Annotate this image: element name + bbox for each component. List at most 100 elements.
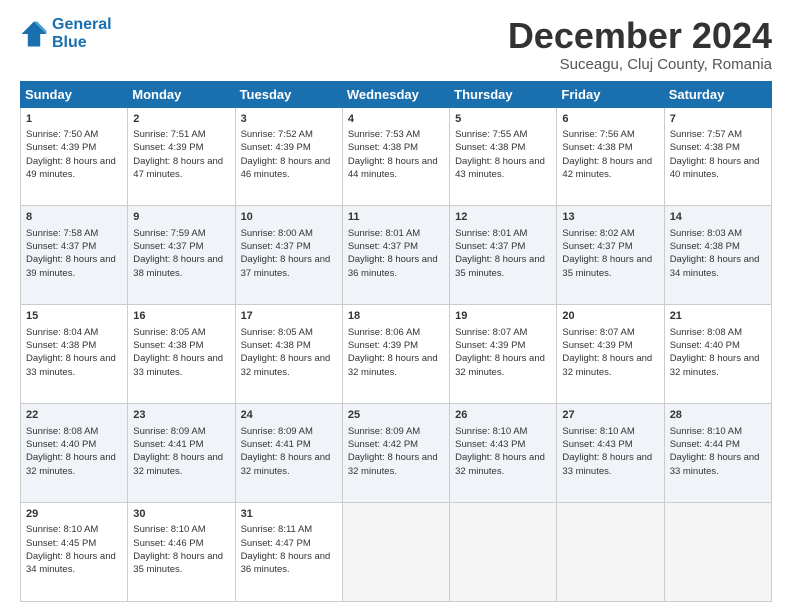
calendar-cell: 25 Sunrise: 8:09 AM Sunset: 4:42 PM Dayl… xyxy=(342,404,449,503)
sunset: Sunset: 4:43 PM xyxy=(562,439,632,450)
sunrise: Sunrise: 8:07 AM xyxy=(455,327,527,338)
day-number: 25 xyxy=(348,408,444,423)
calendar-cell: 17 Sunrise: 8:05 AM Sunset: 4:38 PM Dayl… xyxy=(235,305,342,404)
daylight: Daylight: 8 hours and 47 minutes. xyxy=(133,156,223,180)
week-row-2: 8 Sunrise: 7:58 AM Sunset: 4:37 PM Dayli… xyxy=(21,206,772,305)
sunrise: Sunrise: 8:03 AM xyxy=(670,228,742,239)
day-number: 11 xyxy=(348,210,444,225)
sunrise: Sunrise: 8:01 AM xyxy=(455,228,527,239)
calendar-cell: 3 Sunrise: 7:52 AM Sunset: 4:39 PM Dayli… xyxy=(235,107,342,206)
day-number: 3 xyxy=(241,112,337,127)
sunset: Sunset: 4:40 PM xyxy=(26,439,96,450)
calendar-cell: 1 Sunrise: 7:50 AM Sunset: 4:39 PM Dayli… xyxy=(21,107,128,206)
calendar-cell: 22 Sunrise: 8:08 AM Sunset: 4:40 PM Dayl… xyxy=(21,404,128,503)
daylight: Daylight: 8 hours and 32 minutes. xyxy=(455,452,545,476)
header-saturday: Saturday xyxy=(664,81,771,107)
day-number: 13 xyxy=(562,210,658,225)
sunrise: Sunrise: 8:09 AM xyxy=(348,426,420,437)
sunrise: Sunrise: 8:10 AM xyxy=(562,426,634,437)
header-sunday: Sunday xyxy=(21,81,128,107)
day-number: 22 xyxy=(26,408,122,423)
day-number: 8 xyxy=(26,210,122,225)
sunset: Sunset: 4:39 PM xyxy=(133,142,203,153)
location-subtitle: Suceagu, Cluj County, Romania xyxy=(508,56,772,73)
calendar-cell: 4 Sunrise: 7:53 AM Sunset: 4:38 PM Dayli… xyxy=(342,107,449,206)
header-tuesday: Tuesday xyxy=(235,81,342,107)
daylight: Daylight: 8 hours and 36 minutes. xyxy=(348,254,438,278)
sunset: Sunset: 4:46 PM xyxy=(133,538,203,549)
day-number: 21 xyxy=(670,309,766,324)
calendar-cell: 21 Sunrise: 8:08 AM Sunset: 4:40 PM Dayl… xyxy=(664,305,771,404)
sunset: Sunset: 4:38 PM xyxy=(455,142,525,153)
day-number: 14 xyxy=(670,210,766,225)
day-number: 20 xyxy=(562,309,658,324)
day-number: 1 xyxy=(26,112,122,127)
day-number: 7 xyxy=(670,112,766,127)
sunset: Sunset: 4:38 PM xyxy=(670,142,740,153)
sunrise: Sunrise: 7:59 AM xyxy=(133,228,205,239)
week-row-4: 22 Sunrise: 8:08 AM Sunset: 4:40 PM Dayl… xyxy=(21,404,772,503)
daylight: Daylight: 8 hours and 32 minutes. xyxy=(348,353,438,377)
page: General Blue December 2024 Suceagu, Cluj… xyxy=(0,0,792,612)
daylight: Daylight: 8 hours and 32 minutes. xyxy=(241,452,331,476)
sunrise: Sunrise: 8:06 AM xyxy=(348,327,420,338)
calendar-cell: 5 Sunrise: 7:55 AM Sunset: 4:38 PM Dayli… xyxy=(450,107,557,206)
daylight: Daylight: 8 hours and 32 minutes. xyxy=(241,353,331,377)
sunrise: Sunrise: 8:10 AM xyxy=(455,426,527,437)
calendar-cell: 28 Sunrise: 8:10 AM Sunset: 4:44 PM Dayl… xyxy=(664,404,771,503)
logo-line1: General xyxy=(52,16,112,33)
sunset: Sunset: 4:41 PM xyxy=(241,439,311,450)
sunrise: Sunrise: 7:58 AM xyxy=(26,228,98,239)
calendar-cell xyxy=(450,503,557,602)
day-number: 31 xyxy=(241,507,337,522)
day-number: 10 xyxy=(241,210,337,225)
day-number: 18 xyxy=(348,309,444,324)
sunset: Sunset: 4:38 PM xyxy=(133,340,203,351)
sunset: Sunset: 4:39 PM xyxy=(348,340,418,351)
logo: General Blue xyxy=(20,16,112,51)
day-number: 24 xyxy=(241,408,337,423)
daylight: Daylight: 8 hours and 44 minutes. xyxy=(348,156,438,180)
calendar-cell: 31 Sunrise: 8:11 AM Sunset: 4:47 PM Dayl… xyxy=(235,503,342,602)
header: General Blue December 2024 Suceagu, Cluj… xyxy=(20,16,772,73)
daylight: Daylight: 8 hours and 38 minutes. xyxy=(133,254,223,278)
daylight: Daylight: 8 hours and 42 minutes. xyxy=(562,156,652,180)
sunrise: Sunrise: 8:11 AM xyxy=(241,524,313,535)
day-number: 29 xyxy=(26,507,122,522)
calendar-cell: 9 Sunrise: 7:59 AM Sunset: 4:37 PM Dayli… xyxy=(128,206,235,305)
sunset: Sunset: 4:39 PM xyxy=(562,340,632,351)
daylight: Daylight: 8 hours and 32 minutes. xyxy=(562,353,652,377)
calendar-cell: 27 Sunrise: 8:10 AM Sunset: 4:43 PM Dayl… xyxy=(557,404,664,503)
sunset: Sunset: 4:38 PM xyxy=(670,241,740,252)
calendar-cell xyxy=(557,503,664,602)
calendar-cell: 23 Sunrise: 8:09 AM Sunset: 4:41 PM Dayl… xyxy=(128,404,235,503)
daylight: Daylight: 8 hours and 32 minutes. xyxy=(670,353,760,377)
sunrise: Sunrise: 7:53 AM xyxy=(348,129,420,140)
day-number: 30 xyxy=(133,507,229,522)
day-number: 12 xyxy=(455,210,551,225)
sunrise: Sunrise: 8:01 AM xyxy=(348,228,420,239)
daylight: Daylight: 8 hours and 40 minutes. xyxy=(670,156,760,180)
daylight: Daylight: 8 hours and 32 minutes. xyxy=(455,353,545,377)
calendar-cell: 29 Sunrise: 8:10 AM Sunset: 4:45 PM Dayl… xyxy=(21,503,128,602)
daylight: Daylight: 8 hours and 34 minutes. xyxy=(26,551,116,575)
sunset: Sunset: 4:41 PM xyxy=(133,439,203,450)
calendar-cell: 26 Sunrise: 8:10 AM Sunset: 4:43 PM Dayl… xyxy=(450,404,557,503)
calendar-cell: 12 Sunrise: 8:01 AM Sunset: 4:37 PM Dayl… xyxy=(450,206,557,305)
sunrise: Sunrise: 8:10 AM xyxy=(26,524,98,535)
day-number: 15 xyxy=(26,309,122,324)
calendar-cell xyxy=(342,503,449,602)
logo-text: General Blue xyxy=(52,16,112,51)
daylight: Daylight: 8 hours and 39 minutes. xyxy=(26,254,116,278)
sunrise: Sunrise: 8:04 AM xyxy=(26,327,98,338)
calendar-cell: 11 Sunrise: 8:01 AM Sunset: 4:37 PM Dayl… xyxy=(342,206,449,305)
calendar-cell: 2 Sunrise: 7:51 AM Sunset: 4:39 PM Dayli… xyxy=(128,107,235,206)
daylight: Daylight: 8 hours and 33 minutes. xyxy=(26,353,116,377)
calendar-cell: 18 Sunrise: 8:06 AM Sunset: 4:39 PM Dayl… xyxy=(342,305,449,404)
daylight: Daylight: 8 hours and 32 minutes. xyxy=(348,452,438,476)
calendar-cell: 24 Sunrise: 8:09 AM Sunset: 4:41 PM Dayl… xyxy=(235,404,342,503)
sunrise: Sunrise: 7:50 AM xyxy=(26,129,98,140)
calendar-cell: 19 Sunrise: 8:07 AM Sunset: 4:39 PM Dayl… xyxy=(450,305,557,404)
sunrise: Sunrise: 7:57 AM xyxy=(670,129,742,140)
daylight: Daylight: 8 hours and 32 minutes. xyxy=(26,452,116,476)
